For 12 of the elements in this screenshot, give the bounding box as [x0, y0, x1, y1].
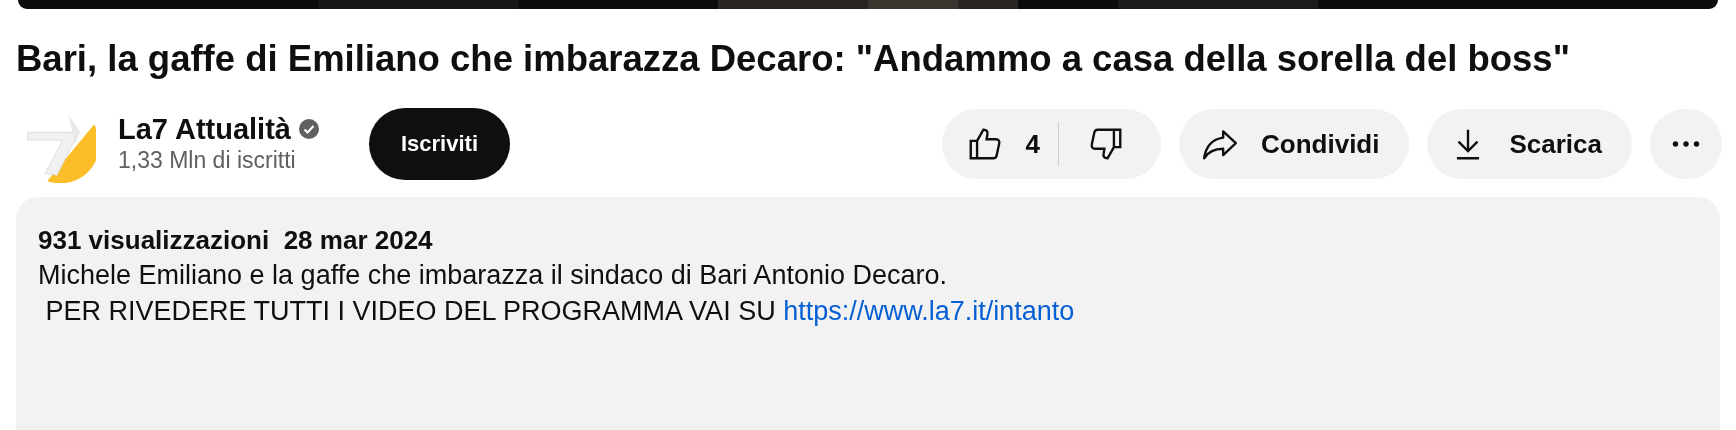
- view-count-and-date: 931 visualizzazioni 28 mar 2024: [38, 224, 434, 257]
- channel-name[interactable]: La7 Attualità: [118, 113, 291, 145]
- description-text: Michele Emiliano e la gaffe che imbarazza il sindaco di Bari Antonio Decaro.: [38, 259, 948, 292]
- description-link[interactable]: https://www.la7.it/intanto: [783, 296, 1075, 326]
- more-icon: [1672, 140, 1700, 148]
- share-button[interactable]: Condividi: [1179, 109, 1410, 179]
- download-button[interactable]: Scarica: [1427, 109, 1632, 179]
- video-title: Bari, la gaffe di Emiliano che imbarazza Decaro: "Andammo a casa della sorella del boss": [16, 39, 1571, 79]
- like-button[interactable]: 4: [965, 125, 1059, 163]
- subscriber-count: 1,33 Mln di iscritti: [118, 146, 297, 175]
- description-text: PER RIVEDERE TUTTI I VIDEO DEL PROGRAMMA VAI SU: [44, 296, 777, 326]
- subscribe-button[interactable]: Iscriviti: [368, 108, 510, 180]
